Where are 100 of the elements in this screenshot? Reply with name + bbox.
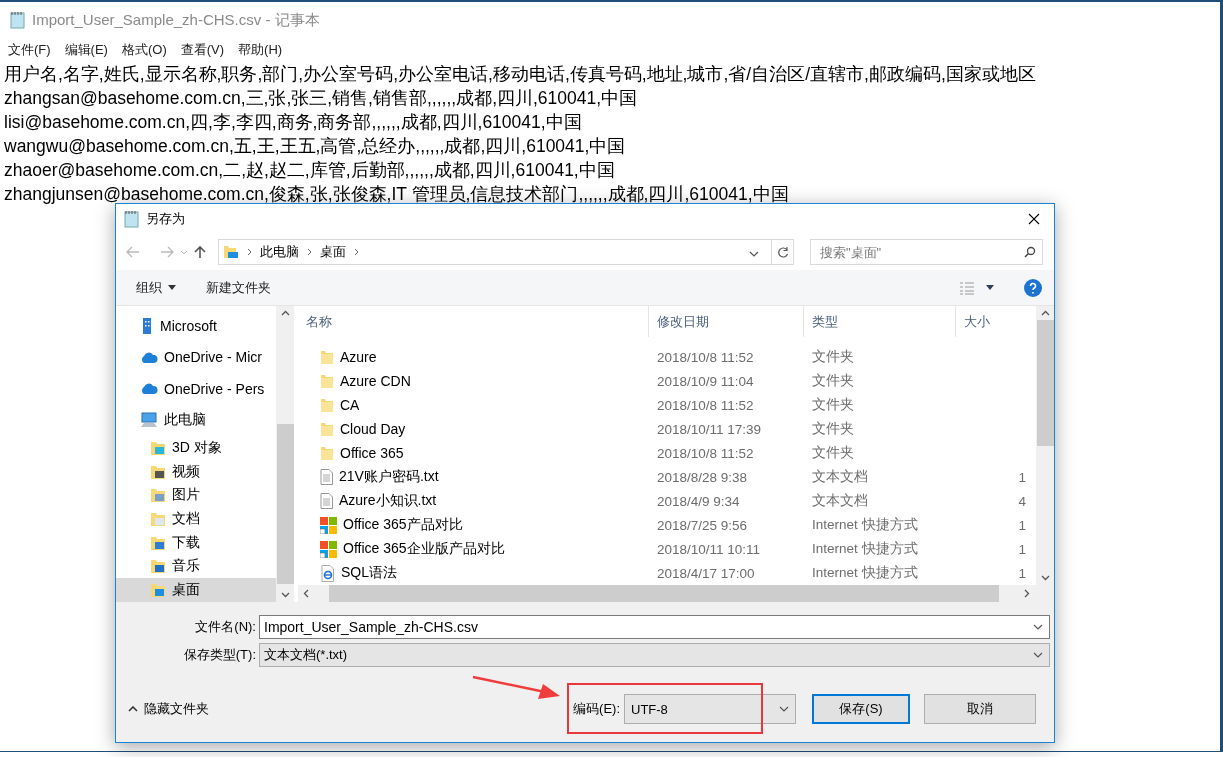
scrollbar[interactable] bbox=[276, 306, 294, 602]
windows-logo-icon bbox=[320, 516, 337, 534]
nav-item[interactable]: 桌面 bbox=[116, 578, 276, 602]
type-cell-text: 文件夹 bbox=[811, 348, 855, 366]
column-header[interactable]: 类型 bbox=[804, 306, 956, 337]
file-row[interactable]: Office 365 2018/10/8 11:52 文件夹 bbox=[298, 441, 1036, 465]
nav-item-label: 此电脑 bbox=[164, 411, 206, 430]
size-cell-text: 1 bbox=[1017, 469, 1027, 485]
nav-item[interactable]: 3D 对象 bbox=[116, 436, 276, 460]
scroll-up-icon[interactable] bbox=[1040, 310, 1050, 316]
file-row[interactable]: Azure CDN 2018/10/9 11:04 文件夹 bbox=[298, 369, 1036, 393]
type-cell-text: 文件夹 bbox=[811, 444, 855, 462]
column-header[interactable]: 大小 bbox=[956, 306, 1036, 337]
text-line: zhaoer@basehome.com.cn,二,赵,赵二,库管,后勤部,,,,,,成都,四川,610041,中国 bbox=[4, 159, 616, 182]
help-icon[interactable] bbox=[1024, 278, 1042, 297]
folder-icon bbox=[150, 463, 166, 480]
chevron-icon bbox=[247, 248, 252, 256]
text-line: 用户名,名字,姓氏,显示名称,职务,部门,办公室号码,办公室电话,移动电话,传真号码,地址,城市,省/自治区/直辖市,邮政编码,国家或地区 bbox=[4, 63, 1037, 86]
dialog-button[interactable]: 保存(S) bbox=[812, 694, 910, 724]
file-row[interactable]: CA 2018/10/8 11:52 文件夹 bbox=[298, 393, 1036, 417]
scroll-up-icon[interactable] bbox=[280, 310, 290, 316]
save-type-dropdown[interactable]: 文本文档(*.txt) bbox=[259, 643, 1050, 667]
menu-item[interactable]: 文件(F) bbox=[8, 41, 51, 59]
file-row[interactable]: Cloud Day 2018/10/11 17:39 文件夹 bbox=[298, 417, 1036, 441]
type-cell-text: 文件夹 bbox=[811, 420, 855, 438]
scrollbar[interactable] bbox=[1036, 306, 1054, 585]
type-cell-text: 文本文档 bbox=[811, 492, 869, 510]
address-bar[interactable]: 此电脑 桌面 bbox=[218, 239, 794, 265]
file-row[interactable]: Office 365企业版产品对比 2018/10/11 10:11 Internet 快捷方式 1 bbox=[298, 537, 1036, 561]
menu-item[interactable]: 格式(O) bbox=[121, 41, 167, 59]
computer-icon bbox=[140, 412, 158, 429]
file-row[interactable]: Azure 2018/10/8 11:52 文件夹 bbox=[298, 345, 1036, 369]
nav-item-label: 桌面 bbox=[172, 581, 200, 600]
menu-item[interactable]: 编辑(E) bbox=[64, 41, 108, 59]
caret-icon bbox=[168, 285, 176, 290]
organize-button[interactable]: 组织 bbox=[136, 278, 176, 297]
folder-icon bbox=[320, 349, 334, 365]
dropdown-icon bbox=[749, 251, 759, 257]
type-cell-text: Internet 快捷方式 bbox=[811, 540, 919, 558]
filename-field[interactable]: Import_User_Sample_zh-CHS.csv bbox=[259, 615, 1050, 639]
text-file-icon bbox=[320, 469, 333, 485]
building-icon bbox=[140, 316, 154, 335]
nav-item[interactable]: 视频 bbox=[116, 459, 276, 484]
caret-icon bbox=[180, 249, 188, 255]
chevron-icon bbox=[307, 248, 312, 256]
nav-item[interactable]: 音乐 bbox=[116, 554, 276, 579]
scroll-left-icon[interactable] bbox=[303, 589, 309, 598]
scroll-right-icon[interactable] bbox=[1024, 589, 1030, 598]
new-folder-button[interactable]: 新建文件夹 bbox=[206, 278, 271, 297]
file-name: Office 365 bbox=[340, 445, 404, 461]
dialog-button[interactable]: 取消 bbox=[924, 694, 1036, 724]
horizontal-scrollbar[interactable] bbox=[298, 585, 1054, 602]
notepad-icon bbox=[10, 11, 26, 29]
menu-item[interactable]: 帮助(H) bbox=[238, 41, 283, 59]
menu-item[interactable]: 查看(V) bbox=[180, 41, 225, 59]
column-header[interactable]: 名称 bbox=[298, 306, 649, 337]
folder-icon bbox=[150, 558, 166, 575]
search-field[interactable]: 搜索"桌面" bbox=[810, 239, 1043, 265]
nav-item[interactable]: Microsoft bbox=[116, 310, 276, 342]
hide-folders-button[interactable]: 隐藏文件夹 bbox=[128, 700, 209, 718]
scroll-down-icon[interactable] bbox=[280, 592, 290, 598]
cloud-icon bbox=[140, 383, 158, 395]
scroll-down-icon[interactable] bbox=[1040, 575, 1050, 581]
folder-icon bbox=[223, 245, 239, 259]
notepad-icon bbox=[124, 210, 140, 228]
size-cell-text: 1 bbox=[1017, 541, 1027, 557]
date-cell-text: 2018/10/9 11:04 bbox=[656, 373, 755, 389]
windows-logo-icon bbox=[320, 540, 337, 558]
close-icon bbox=[1028, 213, 1040, 225]
cloud-icon bbox=[140, 351, 158, 363]
folder-icon bbox=[320, 445, 334, 461]
nav-item[interactable]: OneDrive - Pers bbox=[116, 373, 276, 405]
nav-item-label: 视频 bbox=[172, 462, 200, 481]
file-name: SQL语法 bbox=[341, 564, 397, 582]
up-arrow-icon bbox=[194, 245, 206, 259]
breadcrumb[interactable]: 此电脑 bbox=[260, 243, 299, 261]
caret-icon bbox=[779, 706, 789, 712]
nav-item[interactable]: 图片 bbox=[116, 483, 276, 508]
nav-item-label: 音乐 bbox=[172, 557, 200, 576]
back-arrow-icon bbox=[126, 246, 140, 258]
nav-item[interactable]: 下载 bbox=[116, 530, 276, 555]
encoding-dropdown[interactable]: UTF-8 bbox=[624, 694, 796, 724]
file-row[interactable]: Office 365产品对比 2018/7/25 9:56 Internet 快捷方式 1 bbox=[298, 513, 1036, 537]
field-label: 保存类型(T): bbox=[182, 646, 257, 664]
nav-item[interactable]: 文档 bbox=[116, 507, 276, 531]
caret-icon[interactable] bbox=[986, 285, 994, 290]
folder-icon bbox=[150, 511, 166, 528]
file-row[interactable]: SQL语法 2018/4/17 17:00 Internet 快捷方式 1 bbox=[298, 561, 1036, 585]
folder-icon bbox=[150, 487, 166, 504]
nav-item[interactable]: OneDrive - Micr bbox=[116, 341, 276, 374]
breadcrumb[interactable]: 桌面 bbox=[320, 243, 346, 261]
file-name: Azure CDN bbox=[340, 373, 411, 389]
file-name: Azure bbox=[340, 349, 377, 365]
file-row[interactable]: 21V账户密码.txt 2018/8/28 9:38 文本文档 1 bbox=[298, 465, 1036, 489]
file-row[interactable]: Azure小知识.txt 2018/4/9 9:34 文本文档 4 bbox=[298, 489, 1036, 513]
forward-arrow-icon bbox=[160, 246, 174, 258]
file-name: Cloud Day bbox=[340, 421, 406, 437]
column-header[interactable]: 修改日期 bbox=[649, 306, 804, 337]
nav-item[interactable]: 此电脑 bbox=[116, 404, 276, 437]
nav-item-label: 3D 对象 bbox=[172, 439, 222, 458]
